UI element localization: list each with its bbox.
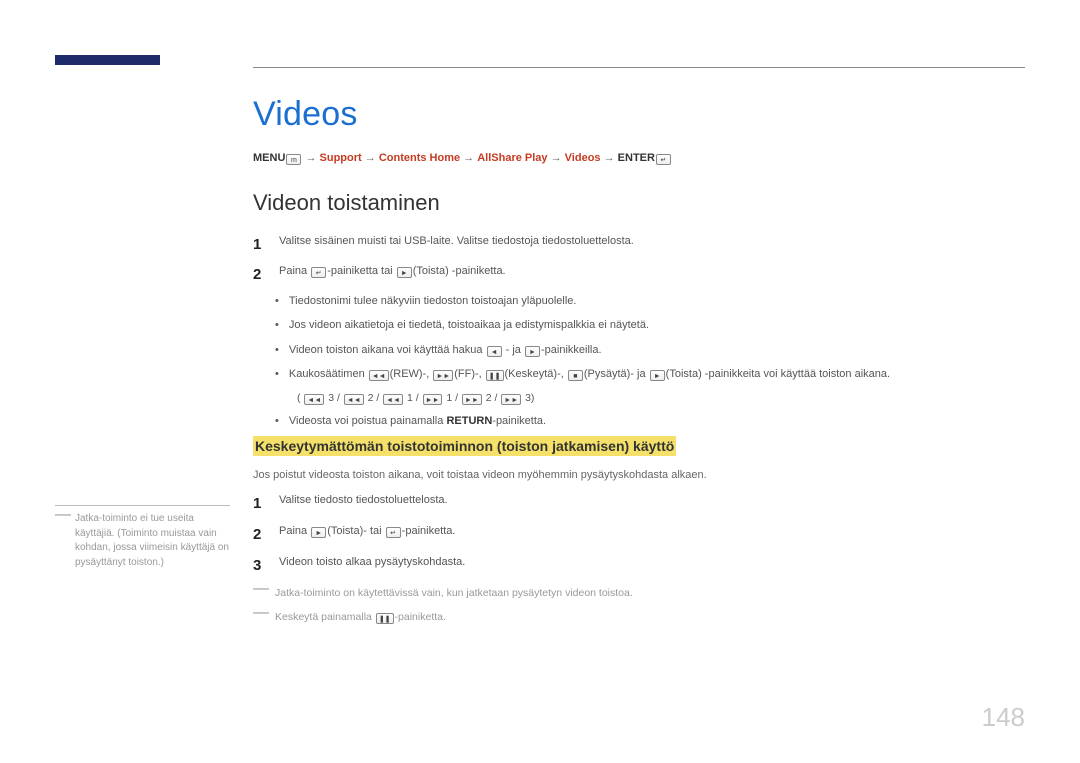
enter-key-icon: ↵ xyxy=(386,527,401,538)
dash-icon: ― xyxy=(55,512,71,570)
play-key-icon: ► xyxy=(397,267,412,278)
section-heading: Videon toistaminen xyxy=(253,190,1025,216)
step-num-1: 1 xyxy=(253,234,265,255)
ff-key-icon: ►► xyxy=(462,394,482,405)
rew-key-icon: ◄◄ xyxy=(304,394,324,405)
play-key-icon: ► xyxy=(311,527,326,538)
step-num-3b: 3 xyxy=(253,555,265,576)
sidebar-note: ― Jatka-toiminto ei tue useita käyttäjiä… xyxy=(55,505,230,570)
bc-videos: Videos xyxy=(565,152,601,164)
top-rule xyxy=(253,67,1025,68)
steps-list-a: 1 Valitse sisäinen muisti tai USB-laite.… xyxy=(253,234,1025,285)
bullet-1: Tiedostonimi tulee näkyviin tiedoston to… xyxy=(289,294,577,309)
step-2-text: Paina ↵-painiketta tai ►(Toista) -painik… xyxy=(279,264,506,285)
bullet-2: Jos videon aikatietoja ei tiedetä, toist… xyxy=(289,318,649,333)
breadcrumb: MENUm → Support → Contents Home → AllSha… xyxy=(253,152,1025,165)
bc-contents-home: Contents Home xyxy=(379,152,460,164)
bullet-5: Videosta voi poistua painamalla RETURN-p… xyxy=(289,414,546,429)
bc-menu: MENU xyxy=(253,152,285,164)
steps-list-b: 1 Valitse tiedosto tiedostoluettelosta. … xyxy=(253,493,1025,576)
enter-key-icon: ↵ xyxy=(311,267,326,278)
dash-icon: ― xyxy=(253,610,269,625)
menu-key-icon: m xyxy=(286,154,301,165)
step-b3-text: Videon toisto alkaa pysäytyskohdasta. xyxy=(279,555,465,576)
bullet-4: Kaukosäätimen ◄◄(REW)-, ►►(FF)-, ❚❚(Kesk… xyxy=(289,367,890,382)
ff-key-icon: ►► xyxy=(433,370,453,381)
step-num-2: 2 xyxy=(253,264,265,285)
bullet-4-line2: ( ◄◄ 3 / ◄◄ 2 / ◄◄ 1 / ►► 1 / ►► 2 / ►► … xyxy=(253,392,1025,405)
dash-icon: ― xyxy=(253,586,269,601)
step-1-text: Valitse sisäinen muisti tai USB-laite. V… xyxy=(279,234,634,255)
page-title: Videos xyxy=(253,95,1025,134)
ff-key-icon: ►► xyxy=(423,394,443,405)
step-num-2b: 2 xyxy=(253,524,265,545)
stop-key-icon: ■ xyxy=(568,370,583,381)
bullet-3: Videon toiston aikana voi käyttää hakua … xyxy=(289,343,602,358)
rew-key-icon: ◄◄ xyxy=(383,394,403,405)
bullet-list: Tiedostonimi tulee näkyviin tiedoston to… xyxy=(253,294,1025,383)
accent-bar xyxy=(55,55,160,65)
enter-key-icon: ↵ xyxy=(656,154,671,165)
bc-enter: ENTER xyxy=(618,152,655,164)
step-b1-text: Valitse tiedosto tiedostoluettelosta. xyxy=(279,493,448,514)
left-key-icon: ◄ xyxy=(487,346,502,357)
ff-key-icon: ►► xyxy=(501,394,521,405)
step-num-1b: 1 xyxy=(253,493,265,514)
pause-key-icon: ❚❚ xyxy=(486,370,504,381)
bullet-list-2: Videosta voi poistua painamalla RETURN-p… xyxy=(253,414,1025,429)
step-b2-text: Paina ►(Toista)- tai ↵-painiketta. xyxy=(279,524,455,545)
bc-support: Support xyxy=(320,152,362,164)
play-key-icon: ► xyxy=(650,370,665,381)
pause-key-icon: ❚❚ xyxy=(376,613,394,624)
main-content: Videos MENUm → Support → Contents Home →… xyxy=(253,95,1025,634)
rew-key-icon: ◄◄ xyxy=(344,394,364,405)
bc-allshare: AllShare Play xyxy=(477,152,547,164)
sub-heading-highlight: Keskeytymättömän toistotoiminnon (toisto… xyxy=(253,436,676,456)
right-key-icon: ► xyxy=(525,346,540,357)
note-1: ― Jatka-toiminto on käytettävissä vain, … xyxy=(253,586,1025,601)
page-number: 148 xyxy=(982,702,1025,733)
note-2: ― Keskeytä painamalla ❚❚-painiketta. xyxy=(253,610,1025,625)
rew-key-icon: ◄◄ xyxy=(369,370,389,381)
paragraph-1: Jos poistut videosta toiston aikana, voi… xyxy=(253,468,1025,483)
